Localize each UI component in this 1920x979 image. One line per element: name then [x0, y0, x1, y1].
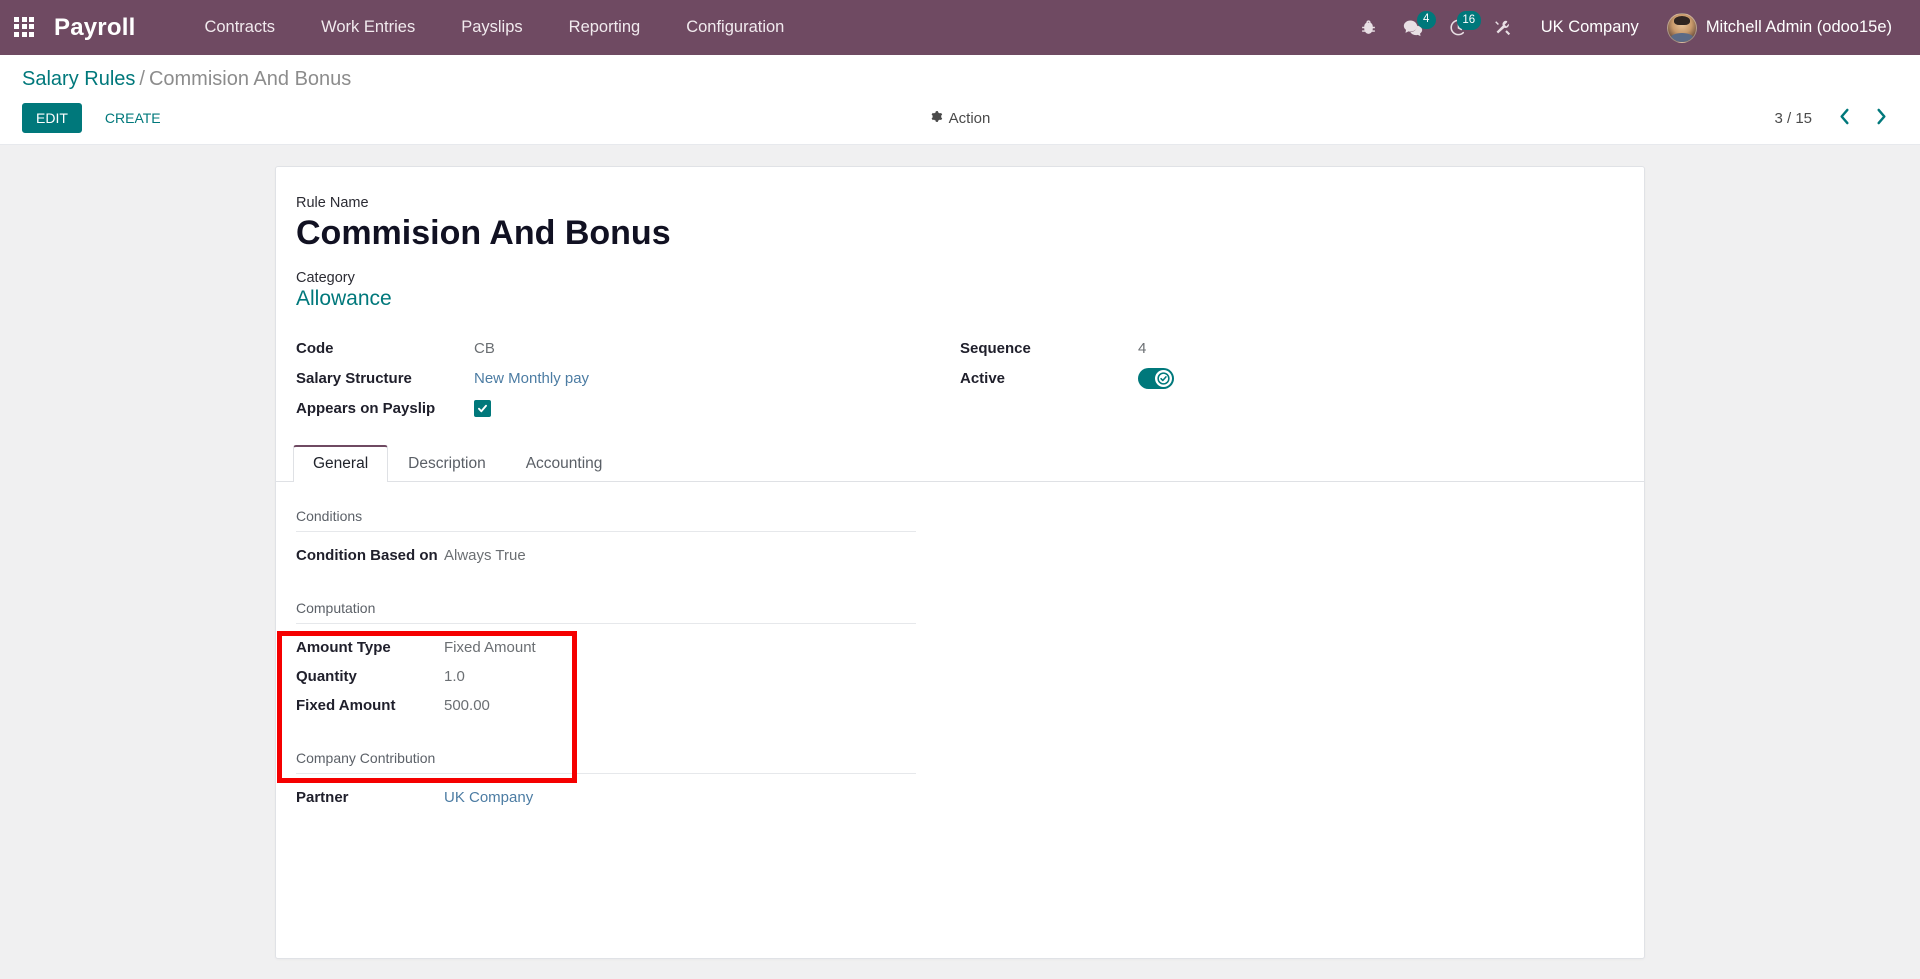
group-company-contribution: Company Contribution Partner UK Company [296, 750, 1624, 812]
avatar [1666, 12, 1697, 43]
menu-item-work-entries[interactable]: Work Entries [298, 12, 438, 43]
breadcrumb-item-salary-rules[interactable]: Salary Rules [22, 68, 135, 90]
group-title-conditions: Conditions [296, 508, 916, 532]
header-fields-columns: Code CB Salary Structure New Monthly pay… [296, 333, 1624, 423]
breadcrumb-separator: / [139, 68, 145, 90]
user-name-label: Mitchell Admin (odoo15e) [1705, 18, 1892, 36]
tab-accounting[interactable]: Accounting [506, 445, 623, 482]
salary-structure-value[interactable]: New Monthly pay [474, 370, 589, 387]
tab-description[interactable]: Description [388, 445, 506, 482]
form-view-container: Rule Name Commision And Bonus Category A… [0, 145, 1920, 979]
chevron-right-icon [1875, 108, 1888, 128]
group-title-computation: Computation [296, 600, 916, 624]
field-row-quantity: Quantity 1.0 [296, 662, 1624, 691]
category-label: Category [296, 270, 355, 287]
control-panel: Salary Rules / Commision And Bonus EDIT CR… [0, 55, 1920, 146]
field-row-amount-type: Amount Type Fixed Amount [296, 633, 1624, 662]
active-toggle[interactable] [1138, 367, 1174, 389]
fixed-amount-label: Fixed Amount [296, 696, 396, 714]
condition-based-on-value[interactable]: Always True [444, 547, 526, 564]
quantity-value[interactable]: 1.0 [444, 668, 465, 685]
field-row-code: Code CB [296, 333, 920, 363]
activities-clock-icon[interactable]: 16 [1436, 11, 1481, 43]
control-panel-buttons: EDIT CREATE Action 3 / 15 [22, 103, 1898, 134]
active-company-selector[interactable]: UK Company [1525, 12, 1655, 43]
bug-icon[interactable] [1347, 13, 1390, 42]
check-icon [477, 403, 488, 414]
tab-general[interactable]: General [293, 445, 389, 482]
notebook: General Description Accounting Condition… [276, 445, 1644, 872]
user-menu[interactable]: Mitchell Admin (odoo15e) [1655, 9, 1898, 47]
code-label: Code [296, 339, 334, 357]
menu-item-reporting[interactable]: Reporting [546, 12, 664, 43]
top-navbar: Payroll Contracts Work Entries Payslips … [0, 0, 1920, 55]
pager: 3 / 15 [1774, 105, 1898, 131]
apps-grid-icon[interactable] [14, 16, 36, 39]
activities-badge: 16 [1456, 11, 1481, 30]
navbar-right-tools: 4 16 UK Company Mitchell Admin (odoo15e) [1347, 9, 1898, 47]
pager-previous-button[interactable] [1828, 105, 1861, 131]
notebook-tab-strip: General Description Accounting [276, 445, 1644, 482]
active-label: Active [960, 369, 1006, 387]
page-title: Commision And Bonus [296, 214, 671, 253]
form-sheet: Rule Name Commision And Bonus Category A… [275, 166, 1645, 960]
appears-on-payslip-checkbox[interactable] [474, 399, 491, 417]
main-menu: Contracts Work Entries Payslips Reportin… [181, 12, 807, 43]
tab-panel-general: Conditions Condition Based on Always Tru… [276, 482, 1644, 872]
header-fields-left: Code CB Salary Structure New Monthly pay… [296, 333, 960, 423]
toggle-knob [1155, 369, 1172, 387]
field-row-active: Active [960, 363, 1584, 393]
rule-name-label: Rule Name [296, 195, 369, 212]
header-fields-right: Sequence 4 Active [960, 333, 1624, 423]
messages-badge: 4 [1416, 10, 1436, 29]
group-computation: Computation Amount Type Fixed Amount Qua… [296, 600, 1624, 720]
group-title-company-contribution: Company Contribution [296, 750, 916, 774]
category-value-allowance[interactable]: Allowance [296, 287, 392, 311]
messages-icon[interactable]: 4 [1390, 10, 1436, 44]
menu-item-payslips[interactable]: Payslips [438, 12, 545, 43]
appears-on-payslip-label: Appears on Payslip [296, 399, 436, 417]
pager-counter: 3 / 15 [1774, 109, 1812, 127]
create-button[interactable]: CREATE [91, 103, 175, 133]
fixed-amount-value[interactable]: 500.00 [444, 697, 490, 714]
sequence-value[interactable]: 4 [1138, 340, 1146, 357]
breadcrumb-current-record: Commision And Bonus [148, 68, 352, 90]
quantity-label: Quantity [296, 667, 357, 685]
field-row-condition-based-on: Condition Based on Always True [296, 541, 1624, 570]
pager-next-button[interactable] [1865, 105, 1898, 131]
tools-icon[interactable] [1481, 13, 1525, 43]
gear-icon [930, 110, 943, 127]
action-menu-label: Action [948, 109, 991, 127]
menu-item-contracts[interactable]: Contracts [181, 12, 298, 43]
field-row-sequence: Sequence 4 [960, 333, 1584, 363]
partner-label: Partner [296, 788, 349, 806]
app-brand-payroll[interactable]: Payroll [54, 14, 135, 42]
field-row-appears-on-payslip: Appears on Payslip [296, 393, 920, 423]
action-menu-button[interactable]: Action [924, 106, 997, 131]
field-row-fixed-amount: Fixed Amount 500.00 [296, 691, 1624, 720]
form-header-group: Rule Name Commision And Bonus Category A… [276, 195, 1644, 423]
sequence-label: Sequence [960, 339, 1031, 357]
field-row-partner: Partner UK Company [296, 783, 1624, 812]
edit-button[interactable]: EDIT [22, 103, 82, 134]
code-value[interactable]: CB [474, 340, 495, 357]
condition-based-on-label: Condition Based on [296, 546, 438, 564]
menu-item-configuration[interactable]: Configuration [663, 12, 807, 43]
amount-type-value[interactable]: Fixed Amount [444, 639, 536, 656]
breadcrumb: Salary Rules / Commision And Bonus [22, 68, 1898, 91]
partner-value[interactable]: UK Company [444, 789, 533, 806]
chevron-left-icon [1838, 108, 1851, 128]
amount-type-label: Amount Type [296, 638, 391, 656]
field-row-salary-structure: Salary Structure New Monthly pay [296, 363, 920, 393]
salary-structure-label: Salary Structure [296, 369, 412, 387]
group-conditions: Conditions Condition Based on Always Tru… [296, 508, 1624, 570]
